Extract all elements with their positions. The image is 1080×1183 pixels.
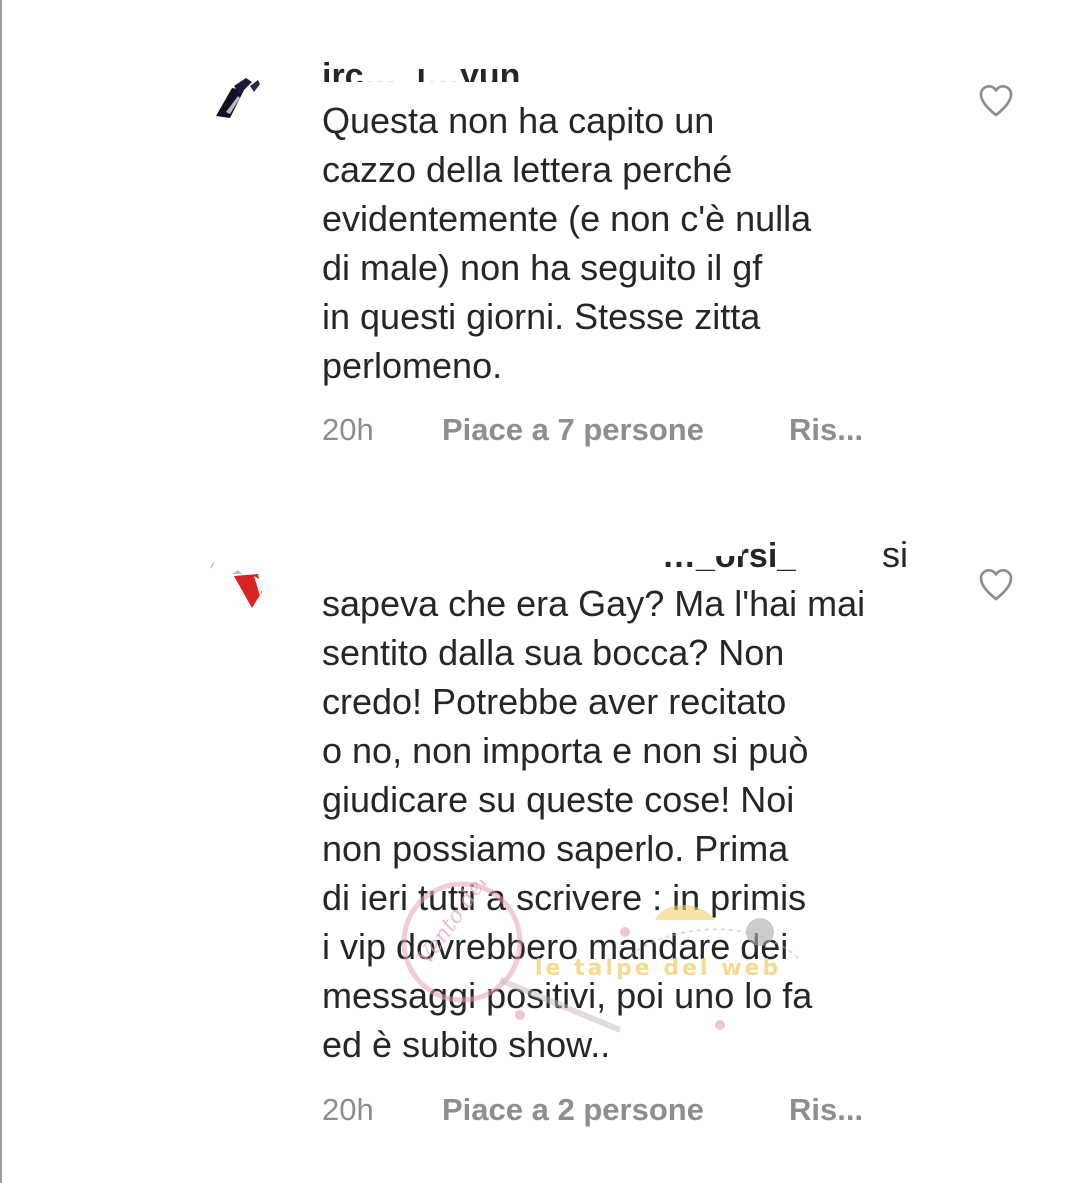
avatar[interactable] [210, 68, 274, 132]
reply-button[interactable]: Ris... [789, 1090, 863, 1130]
heart-outline-icon[interactable] [976, 80, 1016, 120]
reply-button[interactable]: Ris... [789, 410, 863, 450]
comment-timestamp: 20h [322, 412, 374, 447]
username-redaction [372, 44, 822, 66]
likes-count-link[interactable]: Piace a 7 persone [442, 410, 704, 450]
comment-text: Questa non ha capito un cazzo della lett… [322, 100, 812, 386]
heart-outline-icon[interactable] [976, 564, 1016, 604]
avatar[interactable] [208, 548, 272, 612]
likes-count-link[interactable]: Piace a 2 persone [442, 1090, 704, 1130]
comment-text: si sapeva che era Gay? Ma l'hai mai sent… [322, 534, 908, 1065]
screen-edge [0, 0, 2, 1183]
comment-timestamp: 20h [322, 1092, 374, 1127]
